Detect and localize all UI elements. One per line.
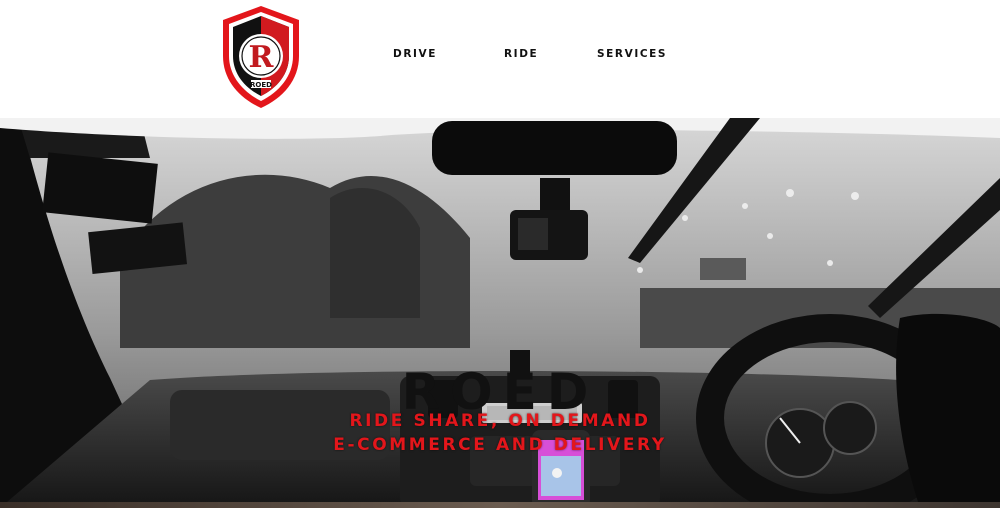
next-section-edge: [0, 502, 1000, 508]
hero-tagline-line-2: E-COMMERCE AND DELIVERY: [333, 435, 667, 455]
nav-ride[interactable]: RIDE: [504, 48, 538, 60]
nav-drive[interactable]: DRIVE: [393, 48, 437, 60]
hero-tagline-line-1: RIDE SHARE, ON DEMAND: [349, 411, 651, 431]
main-nav: DRIVE RIDE SERVICES: [0, 48, 1000, 68]
nav-services[interactable]: SERVICES: [597, 48, 667, 60]
hero-section: ROED RIDE SHARE, ON DEMAND E-COMMERCE AN…: [0, 118, 1000, 508]
logo-text: ROED: [250, 81, 272, 89]
site-header: R ROED DRIVE RIDE SERVICES: [0, 0, 1000, 118]
